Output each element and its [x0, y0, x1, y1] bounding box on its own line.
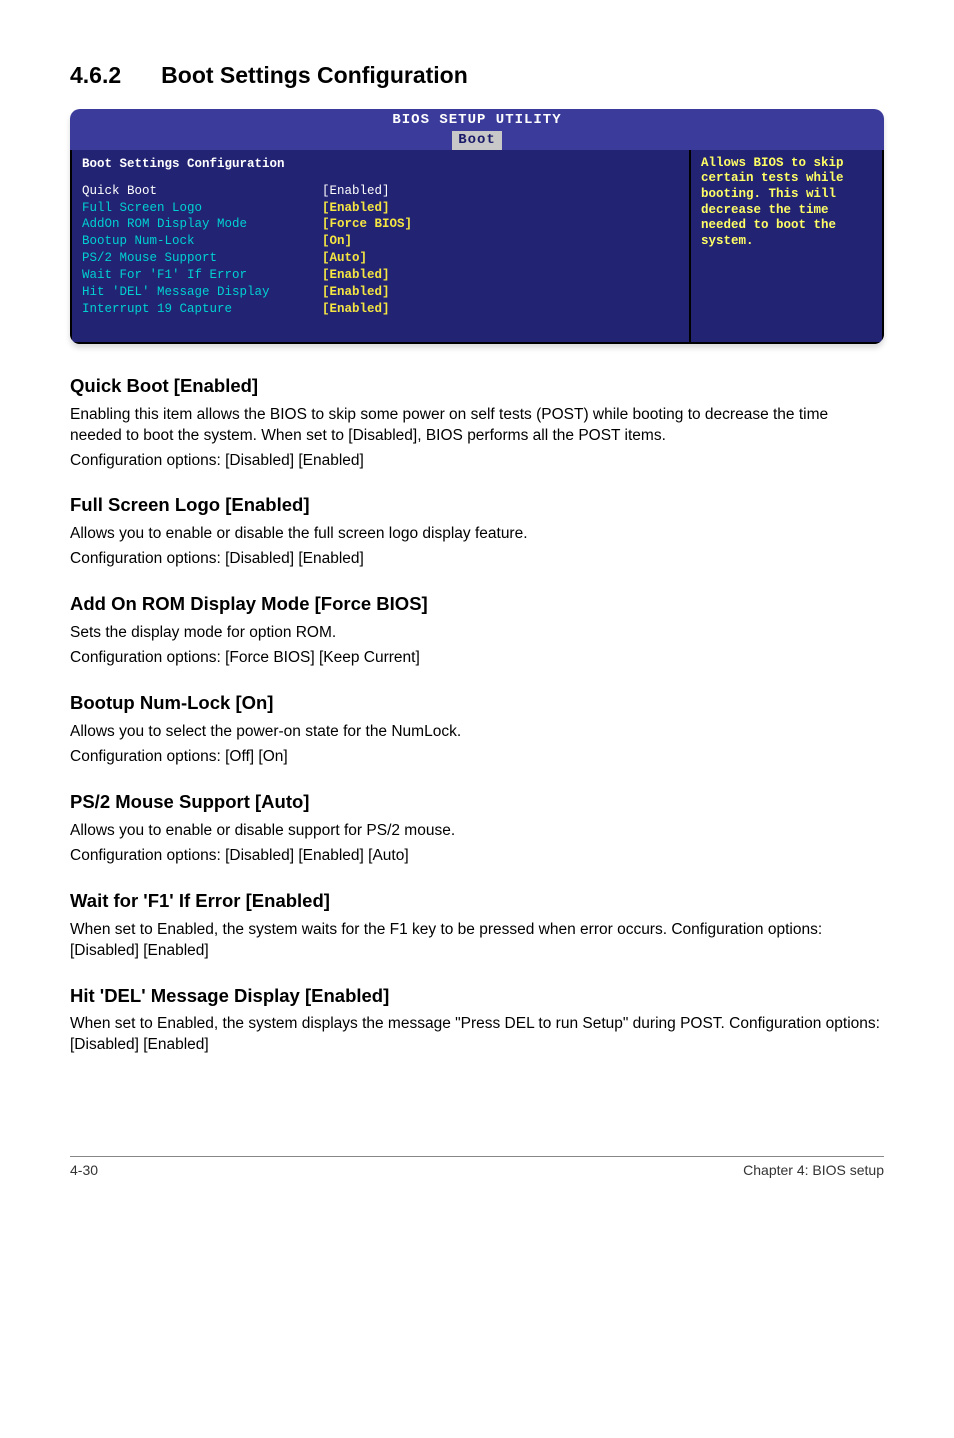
section-title: Boot Settings Configuration [161, 62, 468, 88]
bios-help-text: Allows BIOS to skip certain tests while … [701, 156, 844, 248]
chapter-label: Chapter 4: BIOS setup [743, 1161, 884, 1180]
setting-heading: Bootup Num-Lock [On] [70, 691, 884, 716]
setting-description-block: Full Screen Logo [Enabled] Allows you to … [70, 493, 884, 570]
setting-description-block: Wait for 'F1' If Error [Enabled] When set… [70, 889, 884, 962]
setting-heading: Full Screen Logo [Enabled] [70, 493, 884, 518]
setting-description-block: Hit 'DEL' Message Display [Enabled] When … [70, 984, 884, 1057]
bios-setting-row: Hit 'DEL' Message Display[Enabled] [82, 284, 679, 301]
bios-setting-label: Interrupt 19 Capture [82, 301, 322, 318]
setting-config-options: Configuration options: [Disabled] [Enabl… [70, 846, 884, 867]
bios-setting-row: Bootup Num-Lock[On] [82, 233, 679, 250]
bios-setting-row: Full Screen Logo[Enabled] [82, 200, 679, 217]
bios-panel-title: Boot Settings Configuration [82, 156, 679, 173]
setting-config-options: Configuration options: [Force BIOS] [Kee… [70, 648, 884, 669]
setting-config-options: Configuration options: [Disabled] [Enabl… [70, 451, 884, 472]
setting-description: Enabling this item allows the BIOS to sk… [70, 405, 884, 447]
bios-settings-pane: Boot Settings Configuration Quick Boot[E… [70, 150, 689, 344]
setting-description-block: Add On ROM Display Mode [Force BIOS] Sets… [70, 592, 884, 669]
bios-setting-label: Hit 'DEL' Message Display [82, 284, 322, 301]
setting-heading: PS/2 Mouse Support [Auto] [70, 790, 884, 815]
setting-description-block: PS/2 Mouse Support [Auto] Allows you to e… [70, 790, 884, 867]
bios-header-title: BIOS SETUP UTILITY [70, 111, 884, 130]
setting-heading: Wait for 'F1' If Error [Enabled] [70, 889, 884, 914]
bios-setting-value: [Enabled] [322, 267, 390, 284]
setting-description-block: Quick Boot [Enabled] Enabling this item a… [70, 374, 884, 472]
bios-tab: Boot [452, 131, 502, 150]
bios-setting-label: Wait For 'F1' If Error [82, 267, 322, 284]
bios-setting-value: [Enabled] [322, 301, 390, 318]
page-footer: 4-30 Chapter 4: BIOS setup [70, 1156, 884, 1180]
setting-config-options: Configuration options: [Off] [On] [70, 747, 884, 768]
bios-setting-value: [Auto] [322, 250, 367, 267]
bios-setting-row: Wait For 'F1' If Error[Enabled] [82, 267, 679, 284]
bios-setting-label: AddOn ROM Display Mode [82, 216, 322, 233]
bios-help-pane: Allows BIOS to skip certain tests while … [689, 150, 884, 344]
bios-setting-value: [Enabled] [322, 200, 390, 217]
bios-setting-label: Full Screen Logo [82, 200, 322, 217]
setting-heading: Add On ROM Display Mode [Force BIOS] [70, 592, 884, 617]
setting-description: When set to Enabled, the system displays… [70, 1014, 884, 1056]
bios-setting-label: Bootup Num-Lock [82, 233, 322, 250]
bios-panel: BIOS SETUP UTILITY Boot Boot Settings Co… [70, 109, 884, 344]
bios-setting-row: Quick Boot[Enabled] [82, 183, 679, 200]
section-number: 4.6.2 [70, 60, 121, 91]
section-heading: 4.6.2 Boot Settings Configuration [70, 60, 884, 91]
bios-setting-value: [Enabled] [322, 183, 390, 200]
bios-setting-row: PS/2 Mouse Support[Auto] [82, 250, 679, 267]
bios-setting-row: Interrupt 19 Capture[Enabled] [82, 301, 679, 318]
setting-description-block: Bootup Num-Lock [On] Allows you to select… [70, 691, 884, 768]
setting-description: Allows you to enable or disable the full… [70, 524, 884, 545]
setting-heading: Hit 'DEL' Message Display [Enabled] [70, 984, 884, 1009]
bios-header: BIOS SETUP UTILITY Boot [70, 109, 884, 150]
setting-heading: Quick Boot [Enabled] [70, 374, 884, 399]
bios-setting-value: [Force BIOS] [322, 216, 412, 233]
bios-setting-value: [On] [322, 233, 352, 250]
setting-description: Allows you to select the power-on state … [70, 722, 884, 743]
bios-setting-label: PS/2 Mouse Support [82, 250, 322, 267]
bios-setting-value: [Enabled] [322, 284, 390, 301]
page-number: 4-30 [70, 1161, 98, 1180]
bios-setting-label: Quick Boot [82, 183, 322, 200]
setting-description: Sets the display mode for option ROM. [70, 623, 884, 644]
setting-description: Allows you to enable or disable support … [70, 821, 884, 842]
setting-description: When set to Enabled, the system waits fo… [70, 920, 884, 962]
bios-setting-row: AddOn ROM Display Mode[Force BIOS] [82, 216, 679, 233]
setting-config-options: Configuration options: [Disabled] [Enabl… [70, 549, 884, 570]
